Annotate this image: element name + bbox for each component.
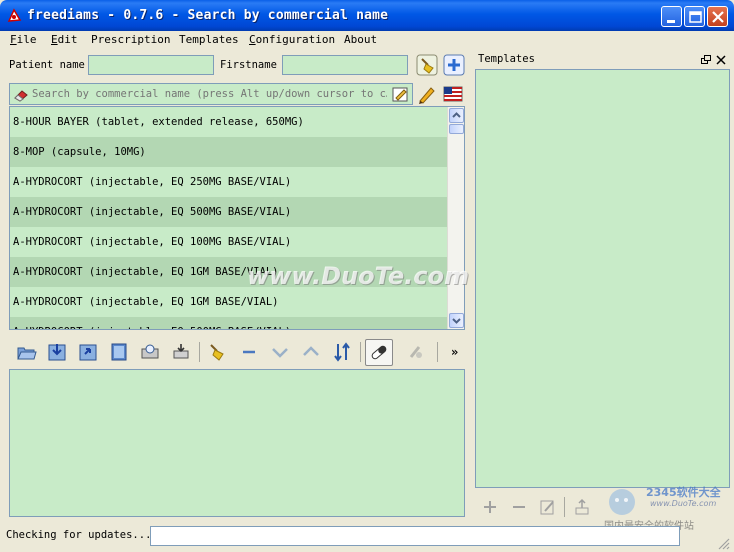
- save-as-icon[interactable]: [77, 341, 99, 363]
- list-item[interactable]: 8-HOUR BAYER (tablet, extended release, …: [10, 107, 448, 137]
- save-icon[interactable]: [46, 341, 68, 363]
- menu-configuration[interactable]: Configuration: [249, 33, 335, 46]
- pencil-icon[interactable]: [416, 83, 438, 105]
- list-item[interactable]: A-HYDROCORT (injectable, EQ 1GM BASE/VIA…: [10, 287, 448, 317]
- open-icon[interactable]: [15, 341, 37, 363]
- us-flag-icon[interactable]: [442, 83, 464, 105]
- corner-watermark-logo: 2345软件大全 www.DuoTe.com 国内最安全的软件站: [604, 484, 730, 532]
- maximize-button[interactable]: [684, 6, 705, 27]
- menu-bar: File Edit Prescription Templates Configu…: [4, 31, 730, 50]
- templates-dock-label: Templates: [478, 53, 535, 65]
- print-icon[interactable]: [170, 341, 192, 363]
- menu-file[interactable]: File: [10, 33, 37, 46]
- templates-dock-title: Templates: [475, 52, 730, 68]
- patient-name-input[interactable]: [88, 55, 214, 75]
- edit-search-icon[interactable]: [392, 86, 409, 103]
- chevron-up-icon: [452, 112, 461, 118]
- corner-brand: 2345软件大全: [646, 486, 721, 499]
- add-template-icon[interactable]: [480, 497, 500, 517]
- drug-mode-button[interactable]: [365, 339, 393, 366]
- menu-edit[interactable]: Edit: [51, 33, 78, 46]
- resize-grip-icon[interactable]: [716, 536, 730, 550]
- remove-icon[interactable]: [238, 341, 260, 363]
- search-box: [9, 83, 413, 105]
- scroll-up-button[interactable]: [449, 108, 464, 123]
- watermark-text: www.DuoTe.com: [247, 262, 469, 290]
- drug-list[interactable]: 8-HOUR BAYER (tablet, extended release, …: [9, 106, 465, 330]
- prescription-toolbar: »: [9, 336, 465, 368]
- patient-name-label: Patient name: [9, 59, 85, 71]
- menu-prescription[interactable]: Prescription: [91, 33, 170, 46]
- list-item[interactable]: 8-MOP (capsule, 10MG): [10, 137, 448, 167]
- maximize-icon: [689, 11, 702, 23]
- search-input[interactable]: [32, 86, 387, 102]
- toolbar-separator: [437, 342, 438, 362]
- app-icon: [7, 8, 22, 22]
- dock-toolbar-separator: [564, 497, 565, 517]
- minimize-button[interactable]: [661, 6, 682, 27]
- status-field: [150, 526, 680, 546]
- sort-icon[interactable]: [331, 341, 353, 363]
- close-icon: [712, 11, 724, 23]
- edit-template-icon[interactable]: [538, 497, 558, 517]
- menu-about[interactable]: About: [344, 33, 377, 46]
- list-item[interactable]: A-HYDROCORT (injectable, EQ 500MG BASE/V…: [10, 317, 448, 329]
- list-item[interactable]: A-HYDROCORT (injectable, EQ 250MG BASE/V…: [10, 167, 448, 197]
- menu-templates[interactable]: Templates: [179, 33, 239, 46]
- toolbar-overflow-button[interactable]: »: [451, 345, 458, 359]
- minimize-icon: [667, 20, 675, 23]
- list-scrollbar[interactable]: [447, 107, 464, 329]
- toolbar-separator: [199, 342, 200, 362]
- firstname-label: Firstname: [220, 59, 277, 71]
- float-dock-icon[interactable]: [701, 55, 711, 65]
- chevron-down-icon: [452, 318, 461, 324]
- scroll-thumb[interactable]: [449, 124, 464, 134]
- firstname-input[interactable]: [282, 55, 408, 75]
- move-down-icon[interactable]: [269, 341, 291, 363]
- clear-patient-broom-icon[interactable]: [416, 54, 438, 76]
- scroll-down-button[interactable]: [449, 313, 464, 328]
- add-icon[interactable]: [443, 54, 465, 76]
- move-up-icon[interactable]: [300, 341, 322, 363]
- window-title: freediams - 0.7.6 - Search by commercial…: [27, 8, 389, 23]
- print-preview-icon[interactable]: [139, 341, 161, 363]
- prescription-area[interactable]: [9, 369, 465, 517]
- eraser-icon[interactable]: [13, 87, 29, 103]
- dosage-icon[interactable]: [405, 341, 427, 363]
- corner-url: www.DuoTe.com: [650, 499, 717, 508]
- book-icon[interactable]: [108, 341, 130, 363]
- toolbar-separator: [360, 342, 361, 362]
- pill-icon: [371, 345, 387, 360]
- close-button[interactable]: [707, 6, 728, 27]
- export-template-icon[interactable]: [572, 497, 592, 517]
- title-bar[interactable]: freediams - 0.7.6 - Search by commercial…: [0, 0, 734, 31]
- remove-template-icon[interactable]: [509, 497, 529, 517]
- list-item[interactable]: A-HYDROCORT (injectable, EQ 500MG BASE/V…: [10, 197, 448, 227]
- close-dock-icon[interactable]: [716, 55, 726, 65]
- clear-broom-icon[interactable]: [206, 341, 228, 363]
- list-item[interactable]: A-HYDROCORT (injectable, EQ 100MG BASE/V…: [10, 227, 448, 257]
- status-text: Checking for updates...: [6, 529, 152, 541]
- templates-tree[interactable]: [475, 69, 730, 488]
